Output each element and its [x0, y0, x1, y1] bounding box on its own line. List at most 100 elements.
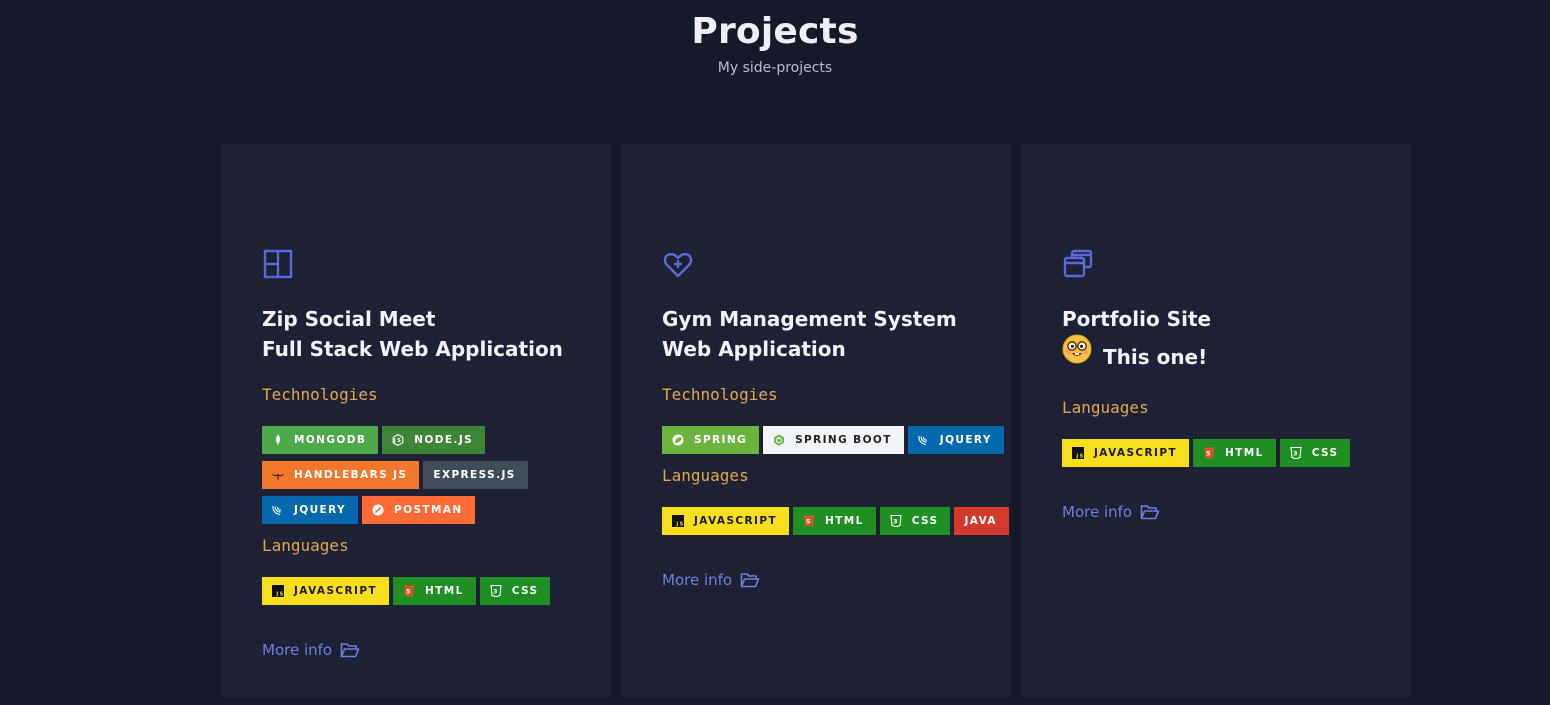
svg-text:5: 5: [806, 518, 812, 526]
svg-text:3: 3: [493, 588, 499, 596]
badge-html: 5 HTML: [792, 507, 876, 535]
css3-icon: 3: [490, 585, 502, 597]
project-subtitle-line: This one!: [1062, 334, 1402, 372]
project-subtitle-line: Web Application: [662, 337, 846, 361]
badge-label: JQUERY: [294, 504, 347, 516]
badge-javascript: JS JAVASCRIPT: [262, 577, 389, 605]
language-badges-row: JS JAVASCRIPT 5 HTML 3 CSS: [1062, 439, 1351, 467]
badge-label: HTML: [1224, 447, 1264, 459]
badge-java: JAVA: [954, 507, 1009, 535]
project-card-zip-social-meet: Zip Social Meet Full Stack Web Applicati…: [222, 144, 610, 698]
layout-panel-icon: [262, 248, 294, 280]
badge-jquery: JQUERY: [262, 496, 359, 524]
badge-label: POSTMAN: [394, 504, 463, 516]
badge-label: JQUERY: [939, 434, 992, 446]
language-badges-row: JS JAVASCRIPT 5 HTML 3 CSS JAVA: [662, 507, 1009, 535]
more-info-link[interactable]: More info: [1062, 503, 1160, 521]
svg-text:3: 3: [1293, 450, 1299, 458]
badge-javascript: JS JAVASCRIPT: [1062, 439, 1189, 467]
languages-label: Languages: [262, 536, 349, 555]
javascript-icon: JS: [272, 585, 284, 597]
jquery-icon: [272, 504, 284, 516]
badge-label: EXPRESS.JS: [433, 469, 516, 481]
badge-jquery: JQUERY: [907, 426, 1004, 454]
languages-label: Languages: [662, 466, 749, 485]
badge-label: HANDLEBARS JS: [294, 469, 408, 481]
css3-icon: 3: [890, 515, 902, 527]
badge-postman: POSTMAN: [362, 496, 475, 524]
badge-label: JAVASCRIPT: [294, 585, 377, 597]
badge-label: CSS: [511, 585, 539, 597]
technology-badges-row: MONGODB JS NODE.JS: [262, 426, 486, 454]
badge-label: CSS: [1311, 447, 1339, 459]
svg-text:JS: JS: [393, 438, 403, 444]
technologies-label: Technologies: [262, 385, 378, 404]
page-title: Projects: [691, 11, 859, 52]
badge-label: NODE.JS: [414, 434, 474, 446]
more-info-link[interactable]: More info: [262, 641, 360, 659]
spring-leaf-icon: [672, 434, 684, 446]
html5-icon: 5: [403, 585, 415, 597]
project-card-gym-management: Gym Management System Web Application Te…: [622, 144, 1010, 698]
badge-html: 5 HTML: [392, 577, 476, 605]
mongodb-leaf-icon: [272, 434, 284, 446]
svg-text:5: 5: [1206, 450, 1212, 458]
project-subtitle-line: Full Stack Web Application: [262, 337, 563, 361]
badge-label: CSS: [911, 515, 939, 527]
project-title-line: Gym Management System: [662, 307, 957, 331]
more-info-label: More info: [1062, 503, 1133, 521]
badge-spring: SPRING: [662, 426, 760, 454]
more-info-link[interactable]: More info: [662, 571, 760, 589]
page-header: Projects My side-projects: [0, 0, 1550, 77]
badge-javascript: JS JAVASCRIPT: [662, 507, 789, 535]
javascript-icon: JS: [1072, 447, 1084, 459]
project-title: Gym Management System Web Application: [662, 304, 1002, 364]
badge-label: JAVASCRIPT: [1094, 447, 1177, 459]
badge-css: 3 CSS: [1279, 439, 1351, 467]
project-subtitle-text: This one!: [1102, 345, 1208, 369]
badge-mongodb: MONGODB: [262, 426, 379, 454]
html5-icon: 5: [803, 515, 815, 527]
badge-label: SPRING: [694, 434, 748, 446]
technologies-label: Technologies: [662, 385, 778, 404]
folder-open-icon: [740, 571, 760, 589]
badge-handlebars: HANDLEBARS JS: [262, 461, 420, 489]
javascript-icon: JS: [672, 515, 684, 527]
badge-spring-boot: SPRING BOOT: [763, 426, 904, 454]
badge-css: 3 CSS: [479, 577, 551, 605]
more-info-label: More info: [262, 641, 333, 659]
badge-label: JAVA: [964, 515, 997, 527]
badge-label: MONGODB: [294, 434, 367, 446]
svg-text:JS: JS: [1075, 454, 1084, 459]
page-subtitle: My side-projects: [717, 60, 833, 76]
more-info-label: More info: [662, 571, 733, 589]
project-card-portfolio-site: Portfolio Site This one! Languages JS JA…: [1022, 144, 1410, 698]
badge-css: 3 CSS: [879, 507, 951, 535]
languages-label: Languages: [1062, 398, 1149, 417]
technology-badges-row: JQUERY POSTMAN: [262, 496, 475, 524]
badge-label: SPRING BOOT: [795, 434, 892, 446]
badge-label: JAVASCRIPT: [694, 515, 777, 527]
svg-text:3: 3: [893, 518, 899, 526]
folder-open-icon: [340, 641, 360, 659]
svg-text:5: 5: [406, 588, 412, 596]
css3-icon: 3: [1290, 447, 1302, 459]
folder-open-icon: [1140, 503, 1160, 521]
handlebars-mustache-icon: [272, 469, 284, 481]
badge-label: HTML: [424, 585, 464, 597]
project-title: Portfolio Site This one!: [1062, 304, 1402, 372]
spring-boot-icon: [773, 434, 785, 446]
jquery-icon: [918, 434, 930, 446]
badge-expressjs: EXPRESS.JS: [423, 461, 528, 489]
project-title: Zip Social Meet Full Stack Web Applicati…: [262, 304, 602, 364]
badge-html: 5 HTML: [1192, 439, 1276, 467]
svg-text:JS: JS: [675, 522, 684, 527]
badge-nodejs: JS NODE.JS: [382, 426, 486, 454]
svg-text:JS: JS: [275, 592, 284, 597]
nerd-face-emoji-icon: [1062, 334, 1092, 364]
html5-icon: 5: [1203, 447, 1215, 459]
heart-plus-icon: [662, 248, 694, 280]
technology-badges-row: HANDLEBARS JS EXPRESS.JS: [262, 461, 528, 489]
technology-badges-row: SPRING SPRING BOOT JQUERY: [662, 426, 1004, 454]
language-badges-row: JS JAVASCRIPT 5 HTML 3 CSS: [262, 577, 551, 605]
